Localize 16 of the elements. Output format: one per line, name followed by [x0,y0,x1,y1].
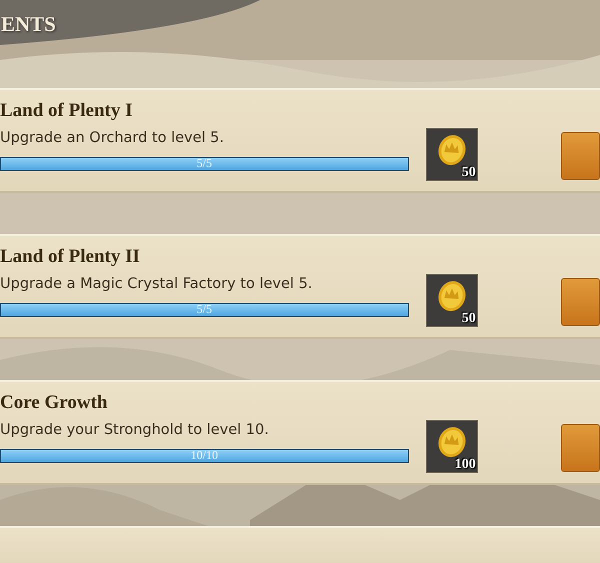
progress-reading: 5/5 [196,156,213,170]
achievement-description: Upgrade a Magic Crystal Factory to level 5. [0,275,314,294]
achievement-title: Land of Plenty II [0,246,141,268]
progress-reading: 10/10 [190,448,219,462]
achievement-description: Upgrade an Orchard to level 5. [0,129,225,148]
claim-button[interactable] [560,424,600,472]
achievement-title: Land of Plenty I [0,100,134,122]
reward-count: 50 [462,311,476,326]
reward-count: 50 [462,165,476,180]
claim-button[interactable] [560,132,600,180]
page-title: ENTS [1,12,56,36]
claim-button[interactable] [560,278,600,326]
reward-count: 100 [454,457,476,472]
achievement-description: Upgrade your Stronghold to level 10. [0,421,270,440]
achievement-title: Core Growth [0,392,108,414]
progress-reading: 5/5 [196,302,213,316]
